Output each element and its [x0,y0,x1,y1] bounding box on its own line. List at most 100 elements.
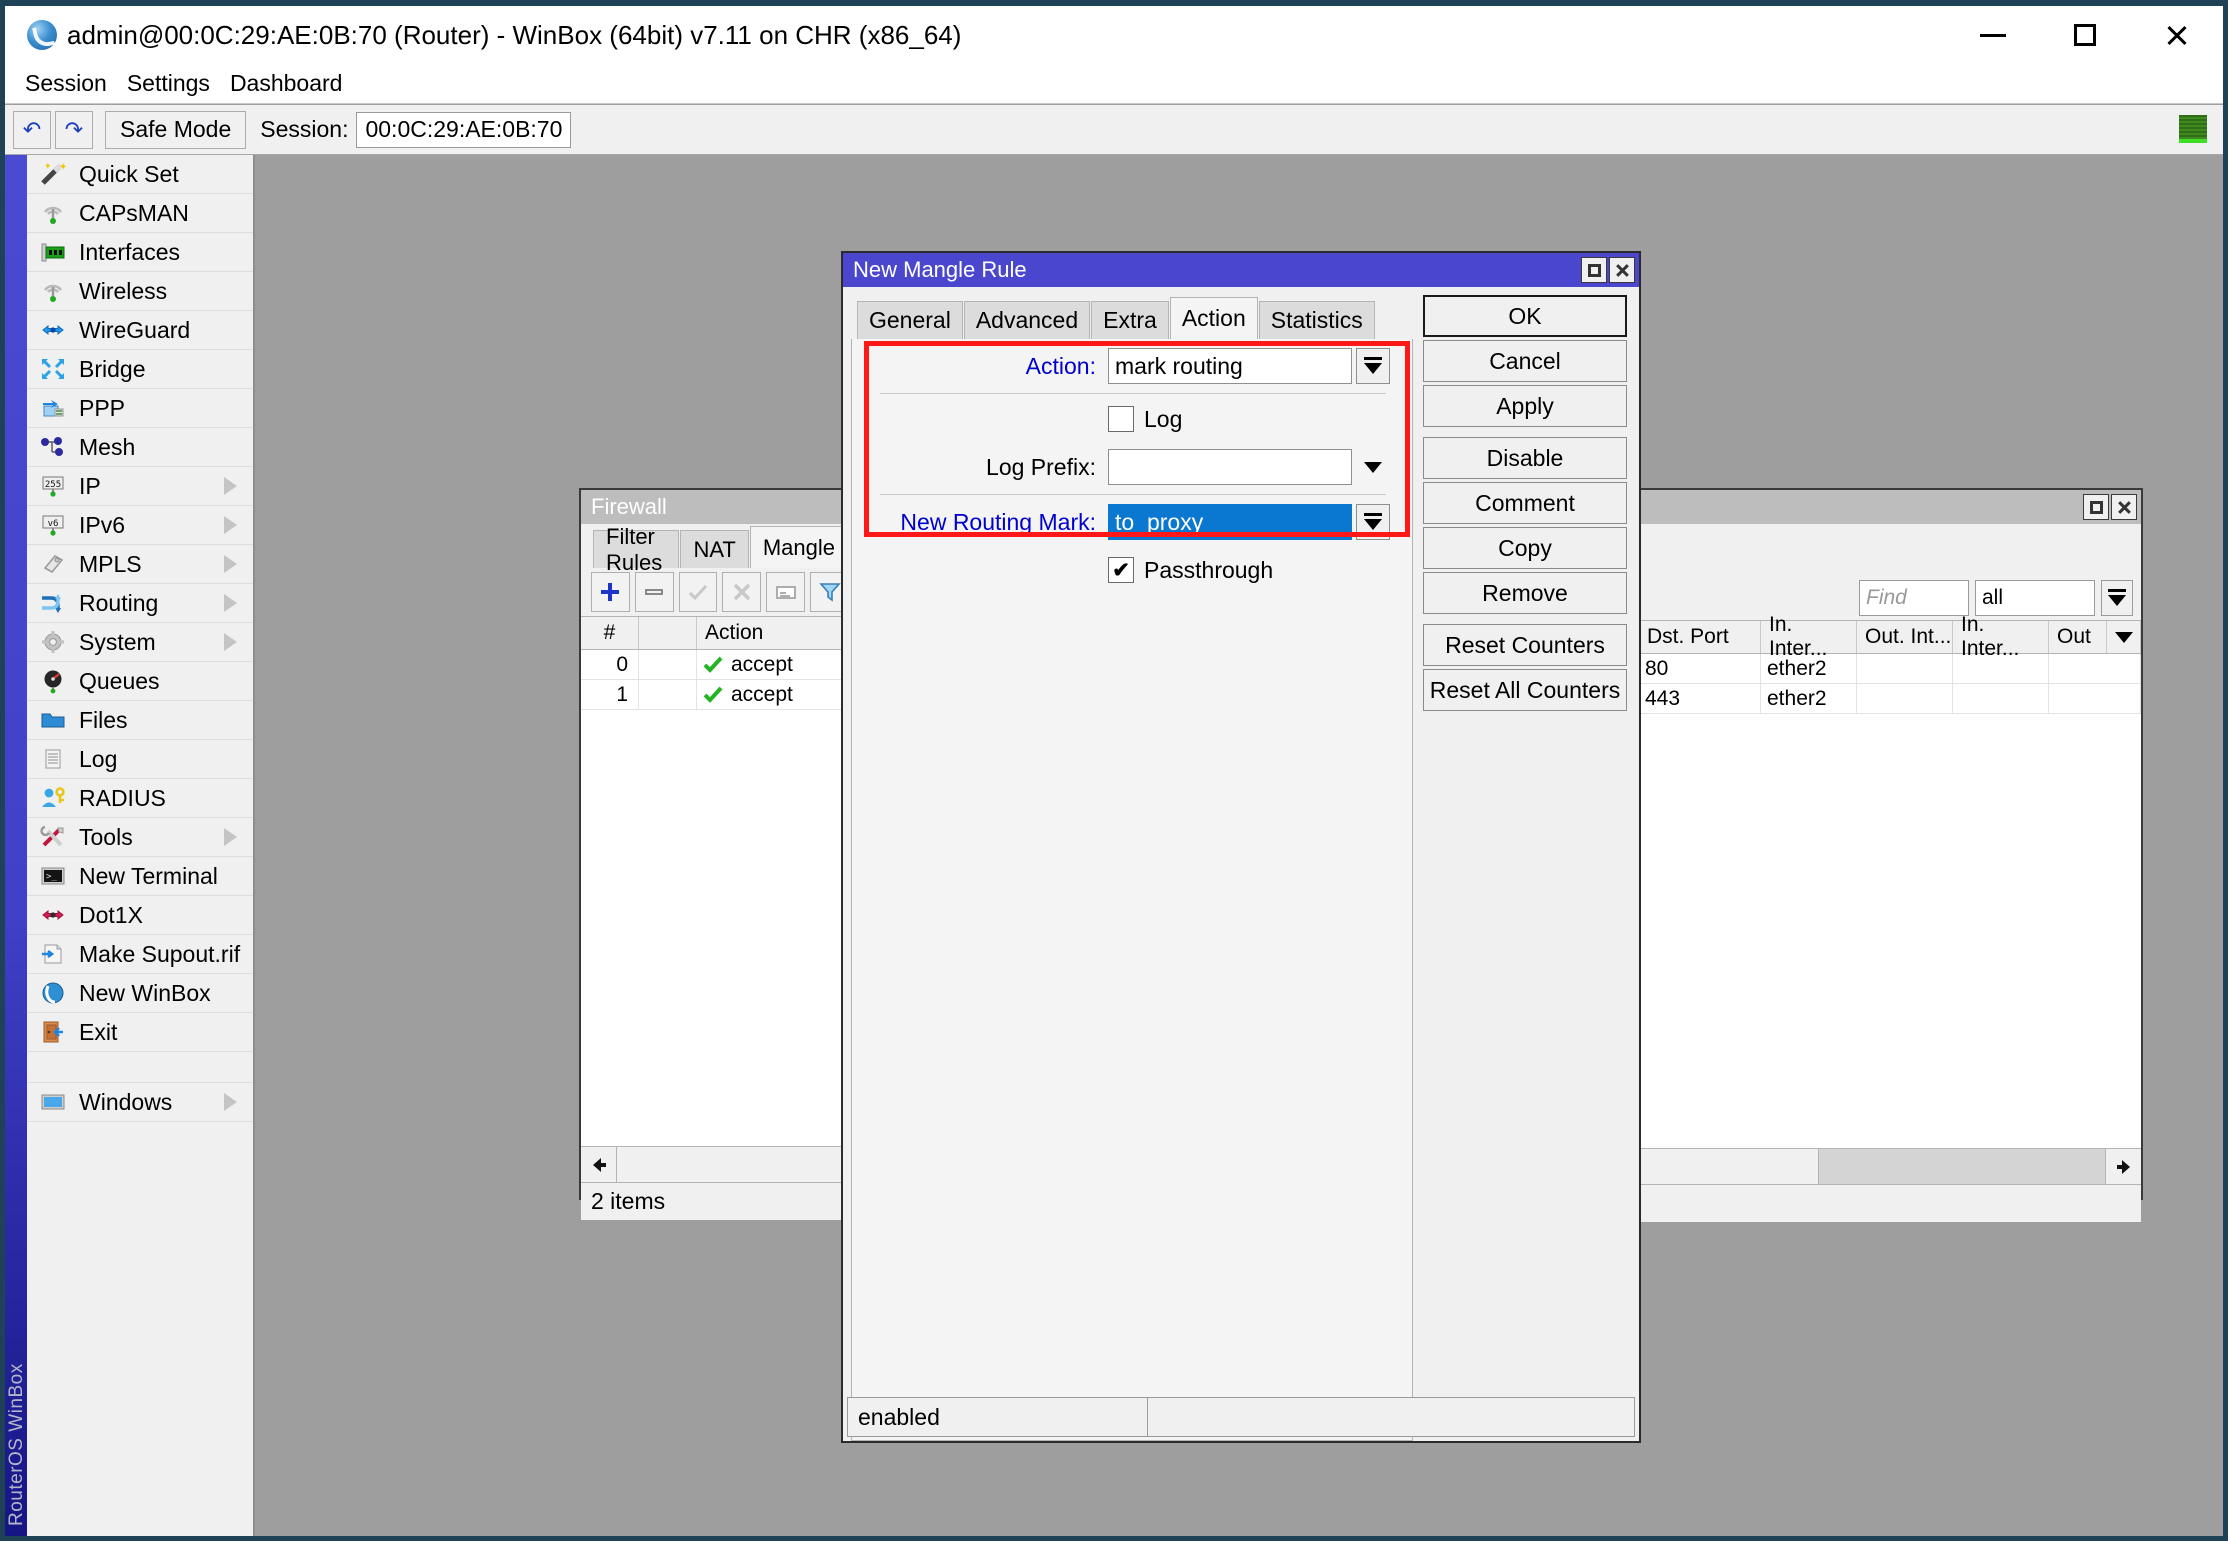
sidebar-item-tools[interactable]: Tools [27,818,253,857]
add-icon[interactable] [591,572,630,612]
reset-counters-button[interactable]: Reset Counters [1423,624,1627,666]
passthrough-checkbox[interactable]: ✔ [1108,557,1134,583]
sidebar-item-radius[interactable]: RADIUS [27,779,253,818]
tab-extra[interactable]: Extra [1091,301,1169,339]
dot1x-icon [37,901,69,929]
disable-icon[interactable] [722,572,762,612]
tab-general[interactable]: General [857,301,963,339]
sidebar-item-interfaces[interactable]: Interfaces [27,233,253,272]
log-prefix-input[interactable] [1108,449,1352,485]
dialog-title-bar[interactable]: New Mangle Rule [843,253,1639,287]
sidebar-item-wireless[interactable]: Wireless [27,272,253,311]
disable-button[interactable]: Disable [1423,437,1627,479]
comment-icon[interactable] [766,572,806,612]
sidebar-item-make-supout-rif[interactable]: Make Supout.rif [27,935,253,974]
tab-filter-rules[interactable]: Filter Rules [593,524,680,575]
mangle-close-button[interactable] [2111,494,2137,520]
mangle-window-title-bar[interactable] [1639,490,2141,524]
sidebar-item-label: Interfaces [79,238,180,265]
mangle-maximize-button[interactable] [2083,494,2109,520]
filter-select[interactable]: all [1975,580,2095,616]
scroll-thumb[interactable] [1819,1149,2105,1184]
column-header-in-interface[interactable]: In. Inter... [1761,613,1857,660]
maximize-button[interactable] [2039,6,2131,64]
sidebar-item-log[interactable]: Log [27,740,253,779]
action-select[interactable]: mark routing [1108,348,1352,384]
table-row[interactable]: 80 ether2 [1639,654,2141,684]
firewall-window-title: Firewall [591,494,667,519]
copy-button[interactable]: Copy [1423,527,1627,569]
sidebar-item-mesh[interactable]: Mesh [27,428,253,467]
enable-icon[interactable] [678,572,718,612]
new-routing-mark-dropdown-button[interactable] [1356,504,1390,540]
table-row[interactable]: 0 accept [581,650,849,680]
comment-button[interactable]: Comment [1423,482,1627,524]
svg-text:255: 255 [45,480,61,490]
cancel-button[interactable]: Cancel [1423,340,1627,382]
sidebar-item-new-terminal[interactable]: >_ New Terminal [27,857,253,896]
sidebar-item-windows[interactable]: Windows [27,1083,253,1122]
sidebar-menu-list: ✦ ✦ Quick Set CAPsMAN Interfaces Wireles… [27,155,253,1536]
log-prefix-dropdown-button[interactable] [1356,449,1390,485]
tab-advanced[interactable]: Advanced [963,301,1091,339]
ok-button[interactable]: OK [1423,295,1627,337]
reset-all-counters-button[interactable]: Reset All Counters [1423,669,1627,711]
dialog-maximize-button[interactable] [1581,257,1607,283]
sidebar-item-capsman[interactable]: CAPsMAN [27,194,253,233]
search-input[interactable]: Find [1859,580,1969,616]
column-header-action[interactable]: Action [697,617,849,649]
mangle-horizontal-scrollbar[interactable] [1639,1148,2141,1184]
column-header-out[interactable]: Out [2049,621,2107,653]
sidebar-item-bridge[interactable]: Bridge [27,350,253,389]
tab-mangle[interactable]: Mangle [749,526,848,568]
action-dropdown-button[interactable] [1356,348,1390,384]
remove-icon[interactable] [634,572,674,612]
table-row[interactable]: 1 accept [581,680,849,710]
sidebar-item-wireguard[interactable]: WireGuard [27,311,253,350]
arrow-right-icon[interactable] [2105,1149,2141,1184]
sidebar-item-exit[interactable]: Exit [27,1013,253,1052]
column-header-index[interactable]: # [581,617,639,649]
column-header-in-interface-list[interactable]: In. Inter... [1953,613,2049,660]
scroll-track-left[interactable] [1639,1149,1819,1184]
arrow-left-icon[interactable] [581,1147,617,1182]
tab-statistics[interactable]: Statistics [1258,301,1375,339]
sidebar-item-queues[interactable]: Queues [27,662,253,701]
column-header-flags[interactable] [639,617,697,649]
scroll-track[interactable] [617,1147,849,1182]
column-header-dst-port[interactable]: Dst. Port [1639,621,1761,653]
tab-action[interactable]: Action [1169,297,1258,339]
menu-item-dashboard[interactable]: Dashboard [220,68,353,99]
sidebar-item-quick-set[interactable]: ✦ ✦ Quick Set [27,155,253,194]
sidebar-item-new-winbox[interactable]: New WinBox [27,974,253,1013]
remove-button[interactable]: Remove [1423,572,1627,614]
sidebar-item-system[interactable]: System [27,623,253,662]
session-value[interactable]: 00:0C:29:AE:0B:70 [356,111,572,148]
new-routing-mark-input[interactable]: to_proxy [1108,504,1352,540]
sidebar-item-ipv6[interactable]: v6 IPv6 [27,506,253,545]
tab-nat[interactable]: NAT [680,530,749,568]
sidebar-item-routing[interactable]: Routing [27,584,253,623]
menu-item-session[interactable]: Session [15,68,117,99]
sidebar-item-mpls[interactable]: MPLS [27,545,253,584]
menu-item-settings[interactable]: Settings [117,68,220,99]
log-checkbox[interactable] [1108,406,1134,432]
sidebar-item-ip[interactable]: 255 IP [27,467,253,506]
table-row[interactable]: 443 ether2 [1639,684,2141,714]
safe-mode-button[interactable]: Safe Mode [105,110,247,149]
sidebar-item-ppp[interactable]: PPP [27,389,253,428]
close-button[interactable] [2131,6,2223,64]
column-header-out-interface[interactable]: Out. Int... [1857,621,1953,653]
column-chooser-icon[interactable] [2107,621,2141,653]
minimize-button[interactable] [1947,6,2039,64]
firewall-window-title-bar[interactable]: Firewall [581,490,849,524]
dialog-close-button[interactable] [1609,257,1635,283]
chevron-down-icon[interactable] [2101,580,2133,616]
chevron-right-icon [224,555,237,573]
undo-button[interactable]: ↶ [13,110,51,149]
redo-button[interactable]: ↷ [55,110,93,149]
sidebar-item-dot1x[interactable]: Dot1X [27,896,253,935]
apply-button[interactable]: Apply [1423,385,1627,427]
firewall-horizontal-scrollbar[interactable] [581,1146,849,1182]
sidebar-item-files[interactable]: Files [27,701,253,740]
